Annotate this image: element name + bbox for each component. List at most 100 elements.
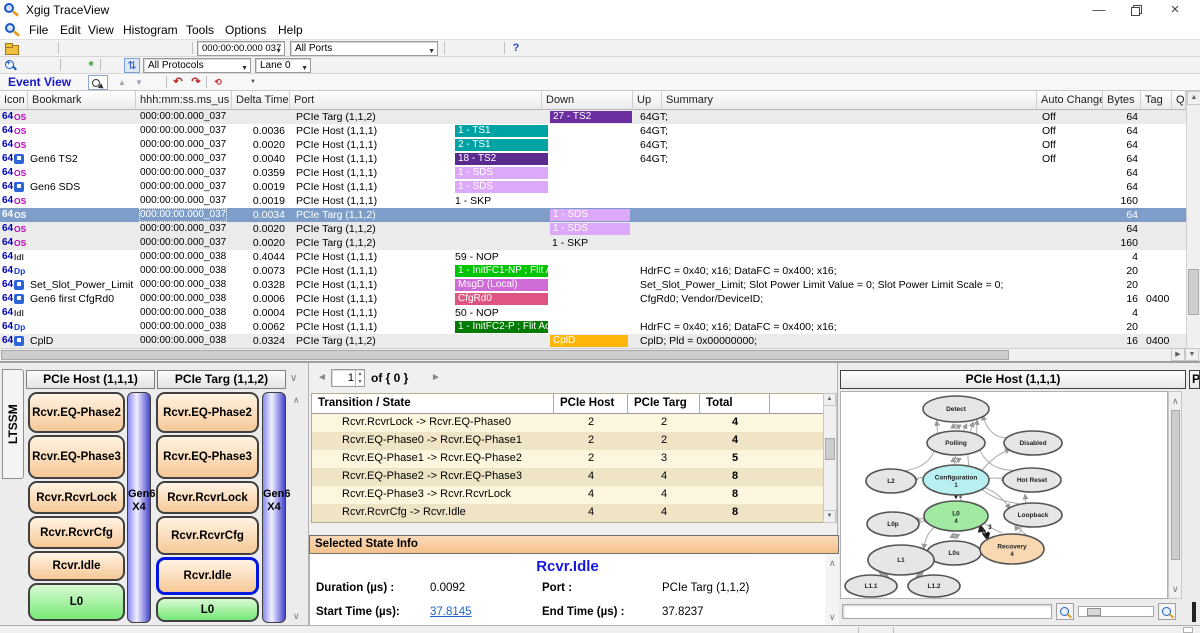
state-node-Loopback[interactable]: Loopback — [1004, 503, 1062, 527]
transition-row[interactable]: Rcvr.RcvrCfg -> Rcvr.Idle448 — [312, 504, 824, 522]
traffic-light-caret[interactable]: ▼ — [245, 75, 261, 90]
column-header-up[interactable]: Up — [633, 91, 662, 110]
menu-view[interactable]: View — [88, 23, 114, 37]
table-row[interactable]: 64Idl000:00:00.000_0380.0004PCIe Host (1… — [0, 306, 1186, 320]
transition-row[interactable]: Rcvr.EQ-Phase1 -> Rcvr.EQ-Phase2235 — [312, 450, 824, 468]
zoom-slider-thumb[interactable] — [1087, 608, 1101, 616]
hscroll-thumb[interactable] — [1, 350, 1009, 360]
transition-spinner[interactable]: 1 ▲▼ — [331, 369, 365, 387]
ltssm-state-rcvr-idle[interactable]: Rcvr.Idle — [156, 557, 259, 595]
column-header-tag[interactable]: Tag — [1141, 91, 1172, 110]
transition-row[interactable]: Rcvr.EQ-Phase0 -> Rcvr.EQ-Phase1224 — [312, 432, 824, 450]
goto-change-icon[interactable]: ⟲ — [210, 75, 226, 90]
ttable-scroll-up[interactable]: ▲ — [823, 393, 836, 406]
state-node-L0s[interactable]: L0s — [927, 541, 981, 565]
table-row[interactable]: 64OS000:00:00.000_0370.0034PCIe Targ (1,… — [0, 208, 1186, 222]
ltssm-port-header[interactable]: PCIe Targ (1,1,2) — [157, 370, 286, 389]
diagram-header[interactable]: PCIe Host (1,1,1) — [840, 370, 1186, 389]
open-folder-icon[interactable] — [3, 41, 19, 56]
column-header-summary[interactable]: Summary — [662, 91, 1037, 110]
restore-button[interactable] — [1118, 0, 1152, 20]
ltssm-state-rcvr-eq-phase3[interactable]: Rcvr.EQ-Phase3 — [28, 435, 125, 479]
state-node-L0[interactable]: L04 — [924, 501, 988, 531]
undo-red-icon[interactable]: ↶ — [170, 75, 186, 90]
time-combo[interactable]: 000:00:00.000 037▼ — [197, 41, 285, 56]
state-node-L1[interactable]: L1 — [868, 545, 934, 575]
lane-combo[interactable]: Lane 0▼ — [255, 58, 311, 73]
scroll-down-button[interactable]: ▼ — [1185, 348, 1199, 361]
event-table-vscrollbar[interactable]: ▲ — [1186, 91, 1200, 348]
zoom-in-icon[interactable]: + — [3, 58, 19, 73]
state-node-L0p[interactable]: L0p — [867, 512, 919, 536]
help-icon[interactable]: ? — [508, 41, 524, 56]
menu-file[interactable]: File — [29, 23, 48, 37]
column-header-delta-time[interactable]: Delta Time — [232, 91, 290, 110]
window-edge-grip[interactable] — [1192, 602, 1196, 622]
table-row[interactable]: 64OS000:00:00.000_0370.0020PCIe Targ (1,… — [0, 236, 1186, 250]
close-button[interactable]: × — [1158, 0, 1192, 20]
diag-vthumb[interactable] — [1171, 410, 1180, 560]
ports-combo[interactable]: All Ports▼ — [290, 41, 438, 56]
state-node-L12[interactable]: L1.2 — [908, 575, 960, 597]
ltssm-state-l0[interactable]: L0 — [156, 597, 259, 622]
ssi-scroll-down-icon[interactable]: ∨ — [829, 612, 836, 623]
ltssm-state-rcvr-rcvrcfg[interactable]: Rcvr.RcvrCfg — [156, 516, 259, 555]
table-row[interactable]: 64Set_Slot_Power_Limit000:00:00.000_0380… — [0, 278, 1186, 292]
green-asterisk-icon[interactable]: * — [83, 58, 99, 73]
state-node-L2[interactable]: L2 — [866, 469, 916, 493]
protocols-combo[interactable]: All Protocols▼ — [143, 58, 251, 73]
ltssm-state-rcvr-rcvrlock[interactable]: Rcvr.RcvrLock — [156, 481, 259, 514]
column-header-port[interactable]: Port — [290, 91, 542, 110]
state-node-Disabled[interactable]: Disabled — [1004, 431, 1062, 455]
column-header-bookmark[interactable]: Bookmark — [28, 91, 136, 110]
table-row[interactable]: 64Gen6 SDS000:00:00.000_0370.0019PCIe Ho… — [0, 180, 1186, 194]
column-header-bytes[interactable]: Bytes — [1103, 91, 1141, 110]
zoom-slider[interactable] — [1078, 606, 1154, 617]
select-zoom-icon[interactable] — [88, 75, 108, 90]
diag-scroll-down-icon[interactable]: ∨ — [1172, 584, 1179, 595]
ltssm-state-rcvr-rcvrlock[interactable]: Rcvr.RcvrLock — [28, 481, 125, 514]
redo-red-icon[interactable]: ↷ — [188, 75, 204, 90]
vscroll-thumb[interactable] — [1188, 269, 1199, 315]
transition-row[interactable]: Rcvr.EQ-Phase3 -> Rcvr.RcvrLock448 — [312, 486, 824, 504]
down-triangle-icon[interactable]: ▼ — [131, 75, 147, 90]
column-header-down[interactable]: Down — [542, 91, 633, 110]
menu-tools[interactable]: Tools — [186, 23, 214, 37]
spinner-arrows-icon[interactable]: ▲▼ — [355, 370, 364, 388]
state-node-Configuration[interactable]: Configuration1 — [923, 465, 989, 495]
transition-row[interactable]: Rcvr.EQ-Phase2 -> Rcvr.EQ-Phase3448 — [312, 468, 824, 486]
minimize-button[interactable]: — — [1082, 0, 1116, 20]
state-node-HotReset[interactable]: Hot Reset — [1003, 468, 1061, 492]
nav-next-icon[interactable]: ► — [431, 372, 441, 383]
table-row[interactable]: 64CplD000:00:00.000_0380.0324PCIe Targ (… — [0, 334, 1186, 348]
ltssm-state-rcvr-idle[interactable]: Rcvr.Idle — [28, 551, 125, 581]
event-table-hscrollbar[interactable]: ▶ ▼ — [0, 348, 1200, 361]
ltssm-state-l0[interactable]: L0 — [28, 583, 125, 621]
column-header-icon[interactable]: Icon — [0, 91, 28, 110]
transition-row[interactable]: Rcvr.RcvrLock -> Rcvr.EQ-Phase0224 — [312, 414, 824, 432]
table-row[interactable]: 64Gen6 first CfgRd0000:00:00.000_0380.00… — [0, 292, 1186, 306]
table-row[interactable]: 64OS000:00:00.000_0370.0359PCIe Host (1,… — [0, 166, 1186, 180]
table-row[interactable]: 64OS000:00:00.000_0370.0019PCIe Host (1,… — [0, 194, 1186, 208]
scroll-up-button[interactable]: ▲ — [1187, 91, 1200, 105]
diagram-vscrollbar[interactable]: ∧ ∨ — [1168, 391, 1182, 599]
ltssm-state-rcvr-eq-phase2[interactable]: Rcvr.EQ-Phase2 — [28, 392, 125, 433]
table-row[interactable]: 64OS000:00:00.000_0370.0020PCIe Host (1,… — [0, 138, 1186, 152]
up-triangle-icon[interactable]: ▲ — [114, 75, 130, 90]
column-header-auto-change[interactable]: Auto Change — [1037, 91, 1103, 110]
ltssm-state-rcvr-eq-phase2[interactable]: Rcvr.EQ-Phase2 — [156, 392, 259, 433]
menu-histogram[interactable]: Histogram — [123, 23, 178, 37]
menu-options[interactable]: Options — [225, 23, 266, 37]
start-time-link[interactable]: 37.8145 — [430, 606, 472, 618]
table-row[interactable]: 64OS000:00:00.000_0370.0020PCIe Targ (1,… — [0, 222, 1186, 236]
menu-help[interactable]: Help — [278, 23, 303, 37]
nav-prev-icon[interactable]: ◄ — [317, 372, 327, 383]
table-row[interactable]: 64Gen6 TS2000:00:00.000_0370.0040PCIe Ho… — [0, 152, 1186, 166]
ltssm-state-rcvr-eq-phase3[interactable]: Rcvr.EQ-Phase3 — [156, 435, 259, 479]
table-row[interactable]: 64Dp000:00:00.000_0380.0062PCIe Host (1,… — [0, 320, 1186, 334]
zoom-in-button[interactable] — [1158, 603, 1176, 620]
ttable-thumb[interactable] — [825, 438, 835, 460]
table-row[interactable]: 64Idl000:00:00.000_0380.4044PCIe Host (1… — [0, 250, 1186, 264]
diagram-hscrollbar[interactable] — [842, 604, 1052, 619]
table-row[interactable]: 64OS000:00:00.000_037PCIe Targ (1,1,2)27… — [0, 110, 1186, 124]
